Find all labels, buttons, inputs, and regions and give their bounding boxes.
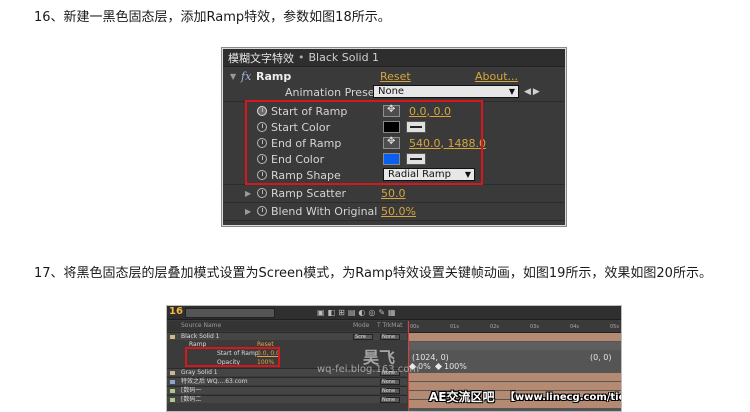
track-value: 0%	[418, 362, 431, 371]
param-ramp-scatter: ▶ Ramp Scatter 50.0	[223, 185, 565, 201]
timecode[interactable]: 16	[169, 306, 183, 317]
timeline-toolbar: 16 ▣◧⊞▤◐◎✎▦	[167, 306, 621, 320]
trkmat-dropdown[interactable]: None	[380, 379, 400, 385]
layer-name: Black Solid 1	[181, 333, 220, 340]
fx-icon[interactable]: fx	[241, 70, 251, 83]
timeline-panel: 16 ▣◧⊞▤◐◎✎▦ Source Name Mode T TrkMat Bl…	[166, 305, 622, 412]
presets-dropdown[interactable]: None ▼	[373, 85, 519, 98]
layer-bar[interactable]	[408, 342, 621, 350]
param-label: Ramp Scatter	[271, 186, 347, 200]
effect-controls-panel: 模糊文字特效 • Black Solid 1 ▼ fx Ramp Reset A…	[221, 47, 567, 227]
preset-nav-arrows-icon[interactable]: ◀▶	[524, 87, 542, 97]
param-label: Blend With Original	[271, 204, 378, 218]
step-16-text: 16、新建一黑色固态层，添加Ramp特效，参数如图18所示。	[34, 10, 391, 25]
watermark-site: wq-fei.blog.163.com	[317, 364, 420, 375]
label-color	[170, 371, 175, 375]
toolbar-icons[interactable]: ▣◧⊞▤◐◎✎▦	[317, 308, 399, 317]
watermark-url: 【www.linecg.com/tieba/1801】	[505, 392, 621, 403]
panel-header: 模糊文字特效 • Black Solid 1	[223, 49, 565, 67]
ruler-label: 04s	[570, 324, 579, 330]
highlight-box	[185, 347, 280, 367]
layer-bar[interactable]	[408, 373, 621, 381]
trkmat-dropdown[interactable]: None	[380, 334, 400, 340]
layer-name: [数码一	[181, 387, 202, 394]
layer-row[interactable]: [数码二 None	[167, 395, 407, 403]
effect-header-row[interactable]: ▼ fx Ramp Reset About...	[223, 68, 565, 84]
layer-row[interactable]: [数码一 None	[167, 386, 407, 394]
label-color	[170, 380, 175, 384]
highlight-box	[245, 100, 483, 185]
ruler-label: 01s	[450, 324, 459, 330]
col-mode: Mode	[353, 322, 370, 329]
time-ruler[interactable]: 00s 01s 02s 03s 04s 05s	[408, 321, 621, 333]
expand-triangle-icon[interactable]: ▼	[230, 72, 236, 81]
expand-triangle-icon[interactable]: ▶	[245, 189, 251, 198]
animation-presets-row: Animation Presets: None ▼ ◀▶	[223, 84, 565, 100]
col-trkmat: T TrkMat	[377, 322, 403, 329]
reset-link[interactable]: Reset	[380, 70, 411, 83]
presets-value: None	[378, 86, 405, 97]
step-17-text: 17、将黑色固态层的层叠加模式设置为Screen模式，为Ramp特效设置关键帧动…	[34, 266, 712, 281]
layer-name: [数码二	[181, 396, 202, 403]
composition-name: 模糊文字特效	[228, 51, 294, 65]
divider	[223, 220, 565, 221]
layer-name: Gray Solid 1	[181, 369, 218, 376]
track-value: (0, 0)	[590, 353, 612, 362]
layer-row[interactable]: Black Solid 1 Scre None	[167, 332, 407, 340]
expand-triangle-icon[interactable]: ▶	[245, 207, 251, 216]
param-value[interactable]: 50.0%	[381, 205, 416, 218]
ruler-label: 05s	[610, 324, 619, 330]
ruler-label: 00s	[410, 324, 419, 330]
trkmat-dropdown[interactable]: None	[380, 397, 400, 403]
layer-row[interactable]: 特效之后 WQ....63.com None	[167, 377, 407, 385]
track-value: (1024, 0)	[412, 353, 449, 362]
keyframe-icon[interactable]	[434, 362, 443, 371]
ruler-label: 02s	[490, 324, 499, 330]
dropdown-arrow-icon: ▼	[508, 87, 515, 96]
label-color	[170, 335, 175, 339]
layer-name: 特效之后 WQ....63.com	[181, 378, 248, 385]
ruler-label: 03s	[530, 324, 539, 330]
label-color	[170, 389, 175, 393]
track-value: 100%	[444, 362, 467, 371]
stopwatch-icon[interactable]	[257, 188, 267, 198]
layer-name: Black Solid 1	[308, 51, 380, 64]
param-blend-with-original: ▶ Blend With Original 50.0%	[223, 203, 565, 219]
layer-bar[interactable]	[408, 333, 621, 341]
label-color	[170, 398, 175, 402]
separator-dot: •	[298, 51, 305, 64]
about-link[interactable]: About...	[475, 70, 518, 83]
param-value[interactable]: 50.0	[381, 187, 406, 200]
column-header: Source Name Mode T TrkMat	[167, 321, 407, 331]
effect-name: Ramp	[256, 69, 292, 83]
col-source-name: Source Name	[181, 322, 222, 329]
search-input[interactable]	[185, 308, 275, 318]
mode-dropdown[interactable]: Scre	[353, 334, 373, 340]
trkmat-dropdown[interactable]: None	[380, 388, 400, 394]
stopwatch-icon[interactable]	[257, 206, 267, 216]
watermark-forum: AE交流区吧	[429, 390, 495, 404]
